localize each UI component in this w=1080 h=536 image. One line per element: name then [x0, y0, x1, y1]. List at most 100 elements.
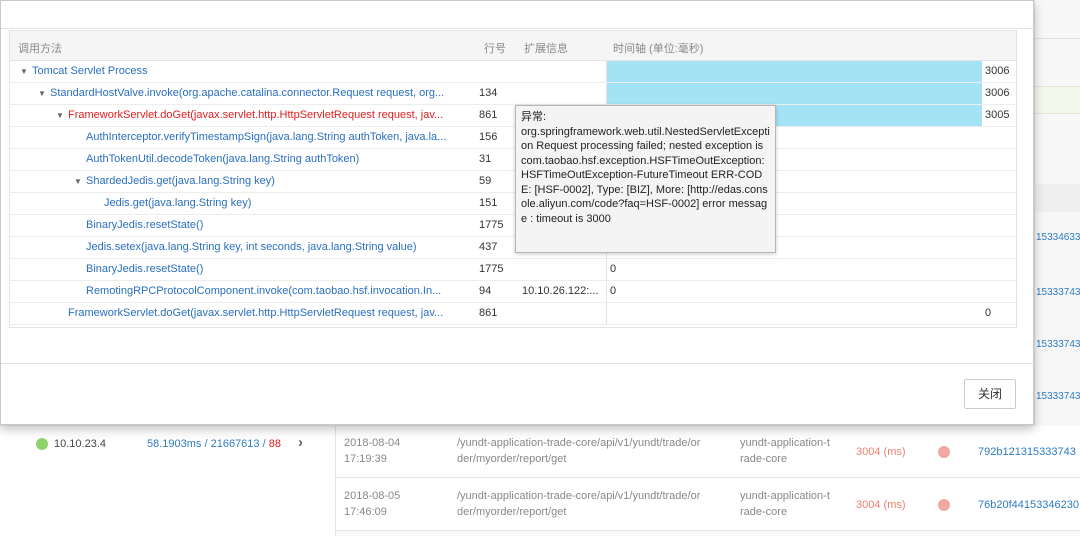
column-header-timeline: 时间轴 (单位:毫秒)	[613, 43, 704, 55]
method-cell[interactable]: Jedis.setex(java.lang.String key, int se…	[86, 241, 417, 253]
method-cell[interactable]: Jedis.get(java.lang.String key)	[104, 197, 251, 209]
trace-date: 2018-08-05	[344, 490, 401, 502]
column-header-method: 调用方法	[18, 43, 62, 55]
column-header-line: 行号	[484, 43, 506, 55]
trace-row[interactable]: 2018-08-04 17:19:39 /yundt-application-t…	[336, 426, 1080, 478]
method-name: AuthTokenUtil.decodeToken(java.lang.Stri…	[86, 153, 360, 165]
table-row[interactable]: ▼ ShardedJedis.get(java.lang.String key) 5…	[10, 171, 1016, 193]
line-number: 1775	[479, 263, 504, 275]
timeline-value: 0	[610, 263, 617, 275]
background-trace-list: 10.10.23.4 58.1903ms / 21667613 / 88 › 2…	[0, 426, 1080, 536]
background-trace-id[interactable]: 15333743	[1036, 391, 1080, 402]
table-row[interactable]: AuthInterceptor.verifyTimestampSign(java…	[10, 127, 1016, 149]
dialog-header	[1, 1, 1034, 29]
trace-path: /yundt-application-trade-core/api/v1/yun…	[457, 490, 701, 502]
table-row[interactable]: BinaryJedis.resetState() 1775 0	[10, 259, 1016, 281]
expand-toggle-icon[interactable]: ▼	[20, 67, 32, 76]
expand-toggle-icon[interactable]: ▼	[38, 89, 50, 98]
line-number: 437	[479, 241, 498, 253]
table-row[interactable]: RemotingRPCProtocolComponent.invoke(com.…	[10, 281, 1016, 303]
timeline-bar	[607, 83, 982, 104]
trace-app: yundt-application-t	[740, 437, 830, 449]
method-cell[interactable]: AuthInterceptor.verifyTimestampSign(java…	[86, 131, 446, 143]
method-name: AuthInterceptor.verifyTimestampSign(java…	[86, 131, 447, 143]
line-number: 31	[479, 153, 492, 165]
timeline-value: 0	[985, 307, 992, 319]
close-button[interactable]: 关闭	[964, 379, 1016, 409]
host-panel: 10.10.23.4 58.1903ms / 21667613 / 88 ›	[0, 426, 336, 536]
timeline-cell: 0	[606, 281, 1016, 302]
method-cell[interactable]: ▼ ShardedJedis.get(java.lang.String key)	[74, 175, 275, 187]
timeline-value: 3006	[985, 65, 1010, 77]
table-row[interactable]: Jedis.get(java.lang.String key) 151	[10, 193, 1016, 215]
method-name: BinaryJedis.resetState()	[86, 219, 204, 231]
chevron-right-icon[interactable]: ›	[298, 435, 303, 451]
status-dot-icon	[36, 438, 48, 450]
table-row[interactable]: FrameworkServlet.doGet(javax.servlet.htt…	[10, 303, 1016, 325]
table-row[interactable]: BinaryJedis.resetState() 1775	[10, 215, 1016, 237]
trace-duration: 3004 (ms)	[856, 446, 906, 458]
method-name: FrameworkServlet.doGet(javax.servlet.htt…	[68, 109, 444, 121]
trace-time: 17:19:39	[344, 453, 387, 465]
tooltip-title: 异常:	[521, 111, 547, 123]
trace-app-cont: rade-core	[740, 506, 788, 518]
expand-toggle-icon[interactable]: ▼	[56, 111, 68, 120]
background-highlight-row	[1035, 86, 1080, 114]
method-cell[interactable]: ▼ StandardHostValve.invoke(org.apache.cat…	[38, 87, 444, 99]
line-number: 861	[479, 109, 498, 121]
host-ip: 10.10.23.4	[54, 438, 106, 450]
method-cell[interactable]: BinaryJedis.resetState()	[86, 219, 203, 231]
background-header-row	[1035, 184, 1080, 212]
timeline-cell: 0	[606, 259, 1016, 280]
method-cell[interactable]: ▼ Tomcat Servlet Process	[20, 65, 148, 77]
line-number: 94	[479, 285, 492, 297]
trace-app-cont: rade-core	[740, 453, 788, 465]
method-cell[interactable]: FrameworkServlet.doGet(javax.servlet.htt…	[68, 307, 443, 319]
host-stats-errors: 88	[268, 438, 281, 450]
method-name: BinaryJedis.resetState()	[86, 263, 204, 275]
error-status-icon	[938, 446, 950, 458]
column-header-ext: 扩展信息	[524, 43, 568, 55]
dialog-footer: 关闭	[1, 363, 1034, 425]
trace-id-link[interactable]: 792b121315333743	[978, 444, 1080, 460]
method-name: RemotingRPCProtocolComponent.invoke(com.…	[86, 285, 442, 297]
timeline-value: 3006	[985, 87, 1010, 99]
method-name: FrameworkServlet.doGet(javax.servlet.htt…	[68, 307, 444, 319]
line-number: 861	[479, 307, 498, 319]
tooltip-body: org.springframework.web.util.NestedServl…	[521, 125, 770, 225]
method-name: Tomcat Servlet Process	[32, 65, 148, 77]
table-header: 调用方法 行号 扩展信息 时间轴 (单位:毫秒)	[10, 31, 1016, 61]
method-cell[interactable]: RemotingRPCProtocolComponent.invoke(com.…	[86, 285, 441, 297]
timeline-cell: 3006	[606, 83, 1016, 104]
trace-id-link[interactable]: 76b20f44153346230	[978, 497, 1080, 513]
host-stats[interactable]: 58.1903ms / 21667613 / 88	[147, 436, 281, 452]
background-trace-id[interactable]: 15333743	[1036, 339, 1080, 350]
trace-time: 17:46:09	[344, 506, 387, 518]
trace-path-cont: der/myorder/report/get	[457, 506, 567, 518]
table-row[interactable]: ▼ FrameworkServlet.doGet(javax.servlet.ht…	[10, 105, 1016, 127]
line-number: 134	[479, 87, 498, 99]
table-row[interactable]: AuthTokenUtil.decodeToken(java.lang.Stri…	[10, 149, 1016, 171]
background-trace-id[interactable]: 15333743	[1036, 287, 1080, 298]
trace-path: /yundt-application-trade-core/api/v1/yun…	[457, 437, 701, 449]
timeline-cell: 3006	[606, 61, 1016, 82]
host-stats-text: 58.1903ms / 21667613 /	[147, 438, 269, 450]
timeline-bar	[607, 61, 982, 82]
background-trace-id[interactable]: 15334633	[1036, 232, 1080, 243]
timeline-cell: 0	[606, 303, 1016, 324]
method-name: Jedis.get(java.lang.String key)	[104, 197, 252, 209]
line-number: 151	[479, 197, 498, 209]
method-cell[interactable]: BinaryJedis.resetState()	[86, 263, 203, 275]
expand-toggle-icon[interactable]: ▼	[74, 177, 86, 186]
trace-duration: 3004 (ms)	[856, 499, 906, 511]
trace-path-cont: der/myorder/report/get	[457, 453, 567, 465]
method-name: Jedis.setex(java.lang.String key, int se…	[86, 241, 417, 253]
method-cell[interactable]: AuthTokenUtil.decodeToken(java.lang.Stri…	[86, 153, 359, 165]
trace-detail-dialog: 调用方法 行号 扩展信息 时间轴 (单位:毫秒) ▼ Tomcat Servlet…	[0, 0, 1034, 425]
table-row[interactable]: Jedis.setex(java.lang.String key, int se…	[10, 237, 1016, 259]
method-name: ShardedJedis.get(java.lang.String key)	[86, 175, 275, 187]
table-row[interactable]: ▼ StandardHostValve.invoke(org.apache.cat…	[10, 83, 1016, 105]
method-cell[interactable]: ▼ FrameworkServlet.doGet(javax.servlet.ht…	[56, 109, 443, 121]
trace-row[interactable]: 2018-08-05 17:46:09 /yundt-application-t…	[336, 479, 1080, 531]
table-row[interactable]: ▼ Tomcat Servlet Process 3006	[10, 61, 1016, 83]
